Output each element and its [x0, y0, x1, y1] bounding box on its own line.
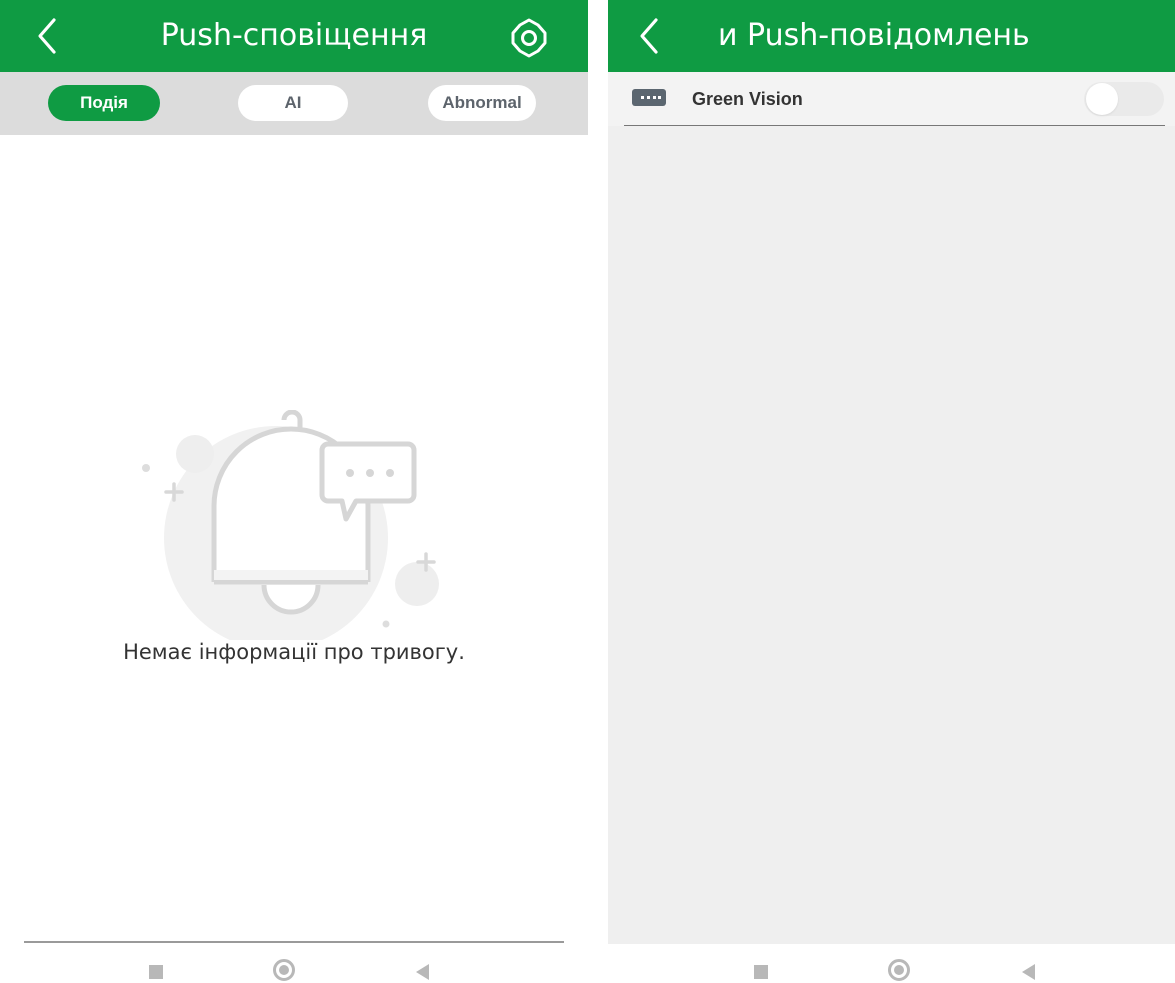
push-notifications-screen: Push-сповіщення Подія AI Abnormal Немає … — [0, 0, 588, 983]
recent-apps-button[interactable] — [754, 965, 768, 979]
toggle-knob — [1086, 83, 1118, 115]
device-name: Green Vision — [692, 89, 803, 109]
header-bar: Push-сповіщення — [0, 0, 588, 72]
empty-state-message: Немає інформації про тривогу. — [123, 640, 465, 664]
push-settings-screen: и Push-повідомлень Green Vision — [608, 0, 1175, 983]
device-list: Green Vision — [608, 72, 1175, 944]
divider — [624, 125, 1165, 126]
divider — [24, 941, 564, 943]
page-title: и Push-повідомлень — [718, 18, 1030, 53]
system-navigation-bar — [0, 955, 588, 983]
bell-with-chat-icon — [142, 410, 439, 640]
tab-abnormal[interactable]: Abnormal — [428, 85, 536, 121]
home-button[interactable] — [888, 959, 910, 981]
settings-button[interactable] — [505, 14, 553, 62]
home-button[interactable] — [273, 959, 295, 981]
device-icon — [632, 89, 666, 106]
recent-apps-button[interactable] — [149, 965, 163, 979]
tab-ai[interactable]: AI — [238, 85, 348, 121]
tab-event[interactable]: Подія — [48, 85, 160, 121]
chevron-left-icon — [640, 18, 658, 54]
system-back-button[interactable] — [416, 964, 429, 980]
gear-icon — [511, 18, 547, 58]
header-bar: и Push-повідомлень — [608, 0, 1175, 72]
page-title: Push-сповіщення — [160, 18, 428, 53]
back-button[interactable] — [630, 12, 674, 60]
system-navigation-bar — [608, 955, 1175, 983]
filter-tab-bar: Подія AI Abnormal — [0, 72, 588, 135]
system-back-button[interactable] — [1022, 964, 1035, 980]
list-item: Green Vision — [608, 72, 1175, 126]
push-toggle[interactable] — [1084, 82, 1164, 116]
